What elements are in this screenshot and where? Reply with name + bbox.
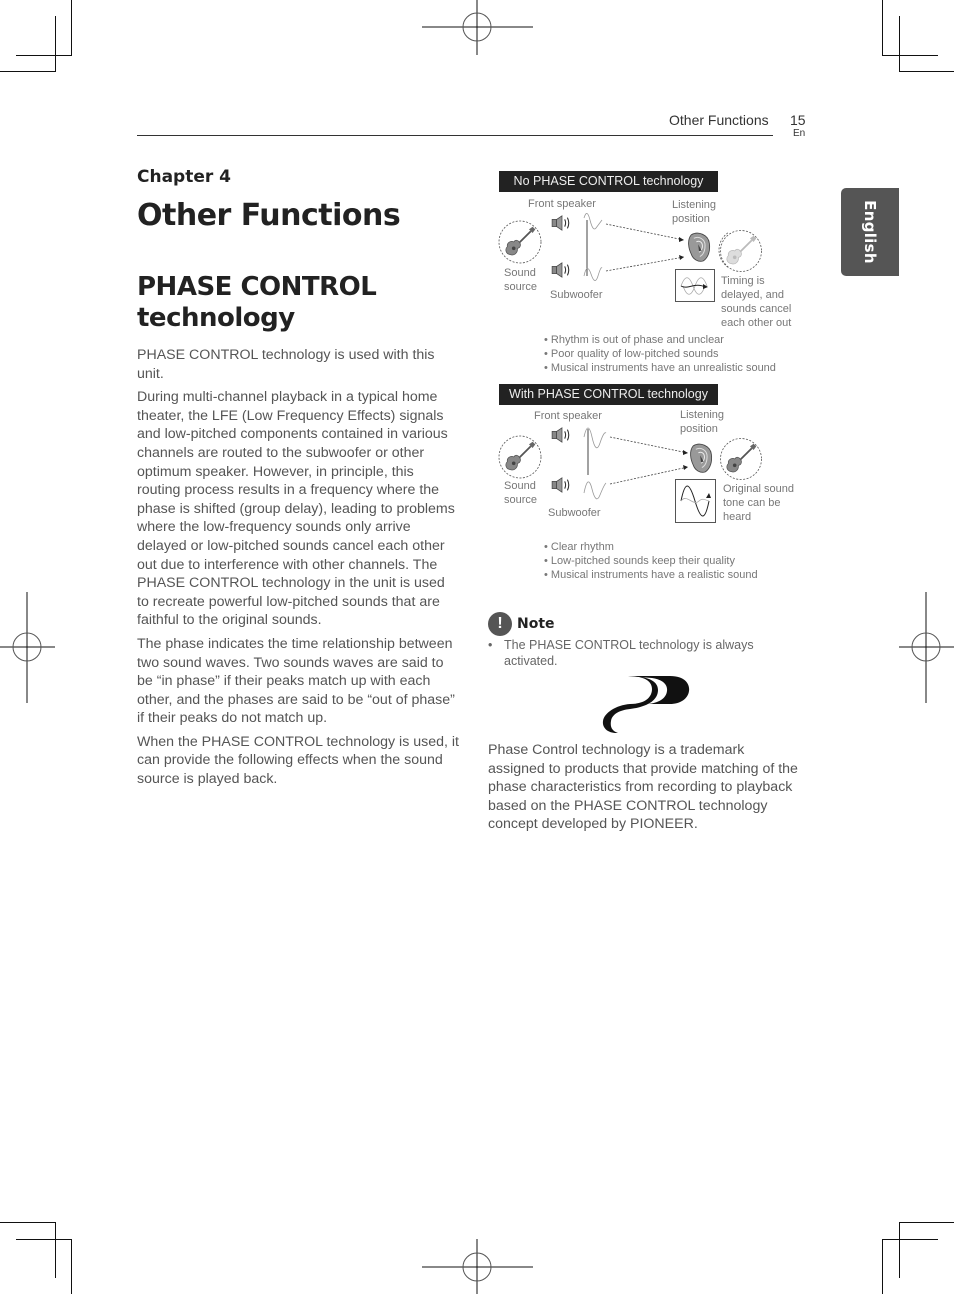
page-number: 15 <box>790 112 806 128</box>
listening-result-graphic <box>720 438 762 480</box>
paragraph: During multi-channel playback in a typic… <box>137 389 455 629</box>
crop-mark <box>71 1239 72 1294</box>
note-heading: ! Note <box>488 612 555 636</box>
note-label: Note <box>517 616 555 632</box>
wave-front <box>583 427 607 449</box>
ear-icon <box>689 443 713 473</box>
phase-control-logo <box>602 676 690 733</box>
crop-mark <box>899 16 900 72</box>
registration-mark-left <box>0 592 55 703</box>
speaker-icon <box>551 262 570 278</box>
crop-mark <box>71 0 72 55</box>
crop-mark <box>16 55 72 56</box>
paragraph: PHASE CONTROL technology is used with th… <box>137 347 435 382</box>
front-speaker-label: Front speaker <box>528 198 596 210</box>
dotted-path <box>605 223 685 241</box>
bullet: • <box>488 638 493 652</box>
crop-mark <box>882 1239 883 1294</box>
ear-icon <box>687 232 711 262</box>
guitar-faded-icon <box>725 234 758 265</box>
paragraph: When the PHASE CONTROL technology is use… <box>137 733 459 788</box>
note-item: • The PHASE CONTROL technology is always… <box>488 637 788 669</box>
crop-mark <box>55 16 56 72</box>
effects-list: Rhythm is out of phase and unclear Poor … <box>544 333 776 375</box>
registration-mark-bottom <box>422 1239 533 1294</box>
list-item: Rhythm is out of phase and unclear <box>544 333 776 347</box>
list-item: Clear rhythm <box>544 540 758 554</box>
crop-mark <box>899 1222 900 1278</box>
crop-mark <box>882 1239 938 1240</box>
crop-mark <box>882 55 938 56</box>
trademark-text: Phase Control technology is a trademark … <box>488 742 798 833</box>
speaker-icon <box>551 477 570 493</box>
wave-sub <box>583 481 607 500</box>
crop-mark <box>882 0 883 55</box>
section-body: PHASE CONTROL technology is used with th… <box>137 346 459 794</box>
crop-mark <box>899 71 954 72</box>
chapter-title: Other Functions <box>137 198 401 233</box>
language-code: En <box>793 128 806 139</box>
diagram-title: With PHASE CONTROL technology <box>499 384 718 405</box>
registration-mark-top <box>422 0 533 55</box>
list-item: Low-pitched sounds keep their quality <box>544 554 758 568</box>
guitar-icon <box>504 440 537 471</box>
note-text: The PHASE CONTROL technology is always a… <box>504 638 754 668</box>
crop-mark <box>899 1222 954 1223</box>
list-item: Musical instruments have a realistic sou… <box>544 568 758 582</box>
crop-mark <box>55 1222 56 1278</box>
guitar-icon <box>725 442 758 473</box>
chapter-label: Chapter 4 <box>137 167 232 187</box>
speaker-icon <box>551 427 570 443</box>
crop-mark <box>0 71 56 72</box>
dotted-path <box>605 256 685 272</box>
header-rule <box>137 135 773 136</box>
result-label: Original sound tone can be heard <box>723 483 794 523</box>
effects-list: Clear rhythm Low-pitched sounds keep the… <box>544 540 758 582</box>
exclamation-icon: ! <box>488 612 512 636</box>
front-speaker-label: Front speaker <box>534 410 602 422</box>
list-item: Musical instruments have an unrealistic … <box>544 361 776 375</box>
language-tab: English <box>841 188 899 276</box>
paragraph: The phase indicates the time relationshi… <box>137 635 455 727</box>
guitar-icon <box>504 225 537 256</box>
listening-result-graphic <box>720 230 762 272</box>
result-label: Timing is delayed, and sounds cancel eac… <box>721 275 792 329</box>
section-title: PHASE CONTROL technology <box>137 272 377 333</box>
waveform-clear-box <box>675 479 716 523</box>
list-item: Poor quality of low-pitched sounds <box>544 347 776 361</box>
speaker-icon <box>551 215 570 231</box>
crop-mark <box>16 1239 72 1240</box>
waveform-cancel-box <box>675 269 715 302</box>
language-tab-label: English <box>861 200 879 264</box>
diagram-title: No PHASE CONTROL technology <box>499 171 718 192</box>
registration-mark-right <box>899 592 954 703</box>
crop-mark <box>0 1222 56 1223</box>
running-header-title: Other Functions <box>669 112 769 128</box>
